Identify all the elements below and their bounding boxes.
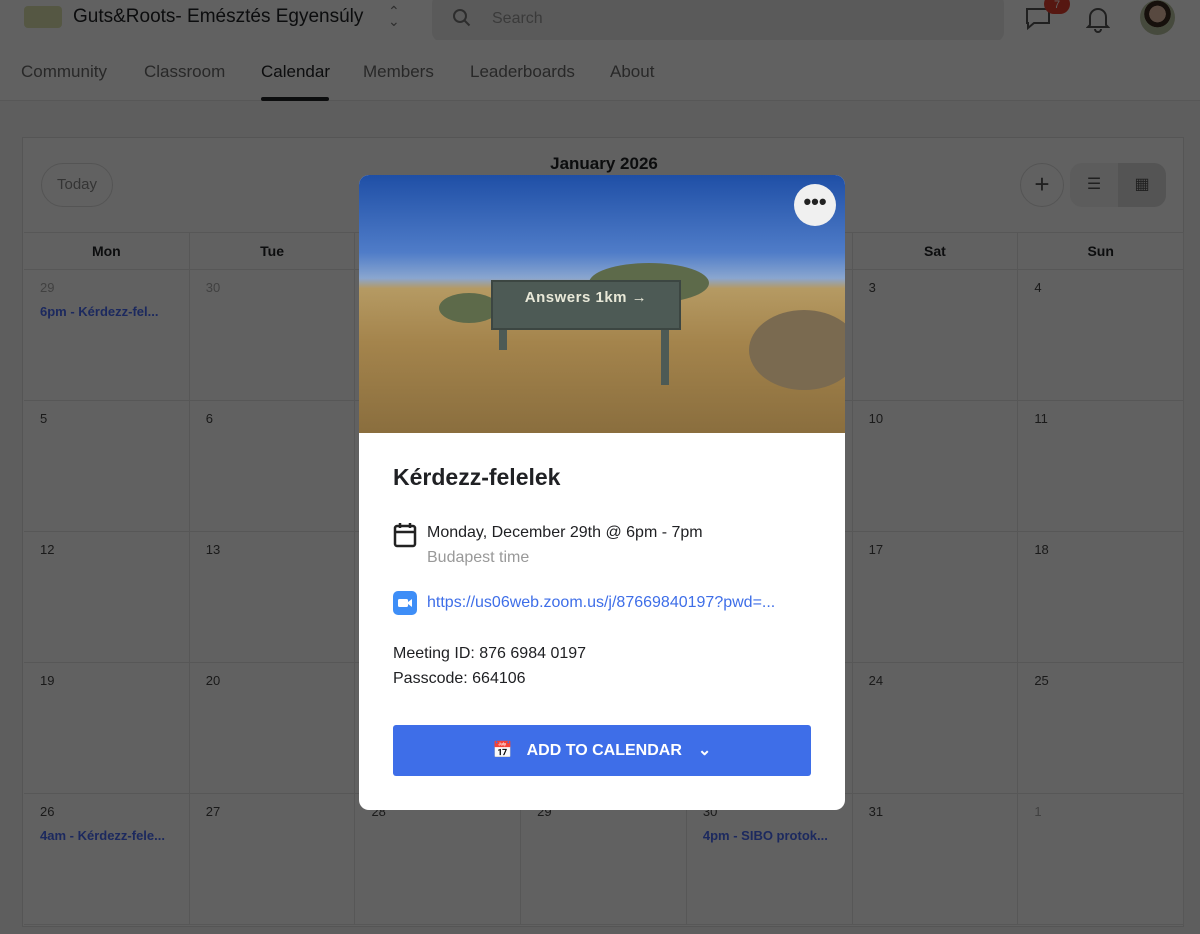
tab-members[interactable]: Members [363,62,434,82]
view-toggle: ☰ ▦ [1070,163,1166,207]
event-cover-image: Answers 1km → ••• [359,175,845,433]
day-number: 1 [1034,804,1042,819]
day-cell[interactable]: 27 [190,794,356,924]
calendar-event[interactable]: 6pm - Kérdezz-fel... [40,304,173,319]
more-options-button[interactable]: ••• [794,184,836,226]
day-cell[interactable]: 20 [190,663,356,793]
day-cell[interactable]: 31 [853,794,1019,924]
day-number: 29 [40,280,55,295]
search-icon [453,9,471,27]
day-number: 27 [205,804,221,819]
day-cell[interactable]: 5 [24,401,190,531]
switch-community-icon[interactable]: ⌃ ⌄ [388,4,400,28]
nav-tabs: Community Classroom Calendar Members Lea… [0,40,1200,101]
search-placeholder: Search [492,10,543,27]
zoom-link[interactable]: https://us06web.zoom.us/j/87669840197?pw… [427,594,775,612]
community-logo[interactable] [24,6,62,28]
day-cell[interactable]: 29 [521,794,687,924]
bell-icon[interactable] [1086,5,1110,33]
event-datetime: Monday, December 29th @ 6pm - 7pm [427,524,703,541]
sign: Answers 1km → [491,280,681,330]
day-number: 10 [868,411,884,426]
search-input[interactable]: Search [432,0,1004,42]
day-cell[interactable]: 1 [1018,794,1185,924]
top-bar: Guts&Roots- Emésztés Egyensúly ⌃ ⌄ Search… [0,0,1200,42]
add-to-calendar-label: ADD TO CALENDAR [526,742,682,759]
event-modal: Answers 1km → ••• Kérdezz-felelek Monday… [359,175,845,810]
day-cell[interactable]: 4 [1018,270,1185,400]
calendar-icon [393,523,417,548]
community-name[interactable]: Guts&Roots- Emésztés Egyensúly [73,6,363,28]
day-cell[interactable]: 10 [853,401,1019,531]
tab-leaderboards[interactable]: Leaderboards [470,62,575,82]
tab-community[interactable]: Community [21,62,107,82]
event-timezone: Budapest time [427,549,530,566]
calendar-view-icon[interactable]: ▦ [1118,163,1166,207]
meeting-id: Meeting ID: 876 6984 0197 [393,645,587,662]
active-tab-indicator [261,97,329,101]
day-number: 31 [868,804,884,819]
day-number: 25 [1034,673,1049,688]
tab-classroom[interactable]: Classroom [144,62,225,82]
day-cell[interactable]: 18 [1018,532,1185,662]
day-cell[interactable]: 3 [853,270,1019,400]
weekday-tue: Tue [190,233,356,269]
day-number: 19 [40,673,55,688]
add-event-button[interactable]: + [1020,163,1064,207]
day-number: 4 [1034,280,1042,295]
day-number: 26 [40,804,55,819]
tab-calendar[interactable]: Calendar [261,62,330,82]
day-cell[interactable]: 24 [853,663,1019,793]
day-cell[interactable]: 11 [1018,401,1185,531]
day-number: 11 [1034,411,1048,426]
day-number: 20 [205,673,221,688]
chevron-down-icon: ⌄ [697,742,712,759]
day-number: 3 [868,280,876,295]
day-cell[interactable]: 28 [355,794,522,924]
day-cell[interactable]: 12 [24,532,190,662]
day-number: 13 [205,542,221,557]
day-number: 12 [40,542,55,557]
today-button[interactable]: Today [41,163,113,207]
calendar-event[interactable]: 4pm - SIBO protok... [703,828,836,843]
weekday-sun: Sun [1018,233,1185,269]
day-number: 30 [205,280,221,295]
weekday-sat: Sat [853,233,1019,269]
day-number: 5 [40,411,48,426]
event-title: Kérdezz-felelek [393,464,561,490]
day-cell[interactable]: 25 [1018,663,1185,793]
day-cell[interactable]: 30 [190,270,356,400]
day-number: 18 [1034,542,1049,557]
day-cell[interactable]: 6 [190,401,356,531]
day-number: 17 [868,542,884,557]
passcode: Passcode: 664106 [393,670,526,687]
day-cell[interactable]: 17 [853,532,1019,662]
day-cell[interactable]: 30 4pm - SIBO protok... [687,794,853,924]
weekday-mon: Mon [24,233,190,269]
list-view-icon[interactable]: ☰ [1070,163,1118,207]
day-cell[interactable]: 19 [24,663,190,793]
day-cell[interactable]: 26 4am - Kérdezz-fele... [24,794,190,924]
month-label: January 2026 [550,154,658,173]
day-cell[interactable]: 13 [190,532,356,662]
day-number: 6 [205,411,213,426]
day-number: 24 [868,673,884,688]
avatar[interactable] [1140,0,1175,35]
calendar-event[interactable]: 4am - Kérdezz-fele... [40,828,173,843]
day-cell[interactable]: 29 6pm - Kérdezz-fel... [24,270,190,400]
add-to-calendar-button[interactable]: 📅 ADD TO CALENDAR ⌄ [393,725,811,776]
zoom-video-icon [393,591,417,615]
chat-badge: 7 [1044,0,1070,14]
week-row: 26 4am - Kérdezz-fele... 27 28 29 30 4pm - SIB… [24,794,1185,925]
calendar-plus-icon: 📅 [492,742,513,759]
tab-about[interactable]: About [610,62,654,82]
